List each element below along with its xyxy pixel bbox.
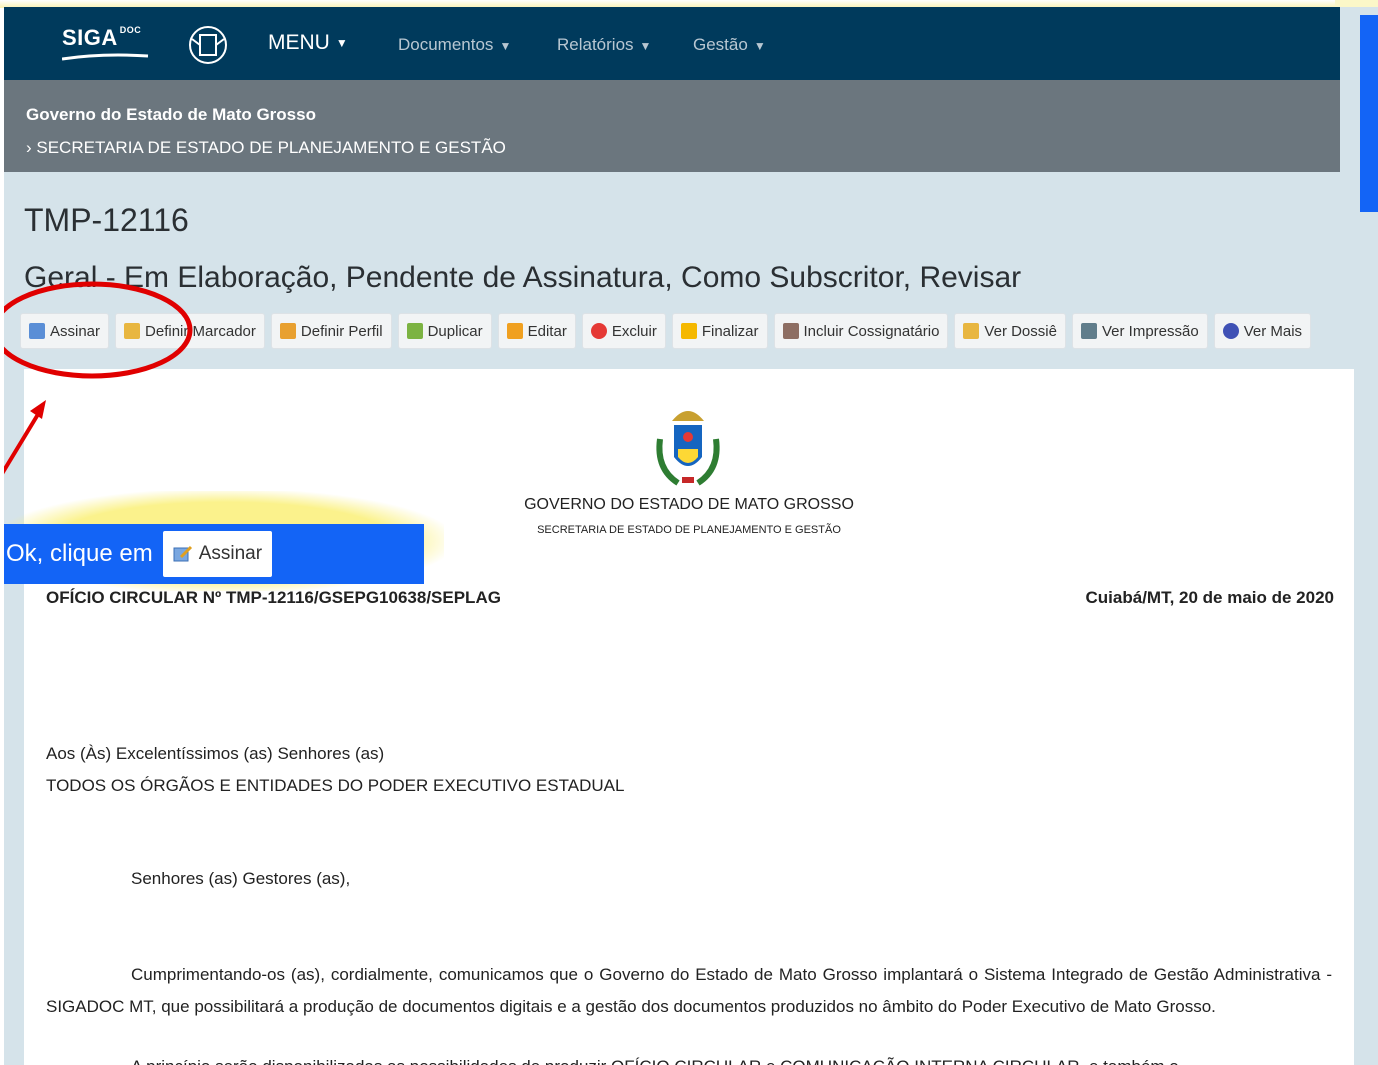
app-window: SIGA DOC MENU ▼ Documentos ▼ Relatórios ▼ Ge… — [4, 7, 1378, 1065]
arrow-head-icon — [30, 400, 46, 419]
annotation-overlay — [4, 281, 193, 475]
highlight-circle — [4, 281, 193, 379]
arrow-line — [4, 409, 42, 475]
